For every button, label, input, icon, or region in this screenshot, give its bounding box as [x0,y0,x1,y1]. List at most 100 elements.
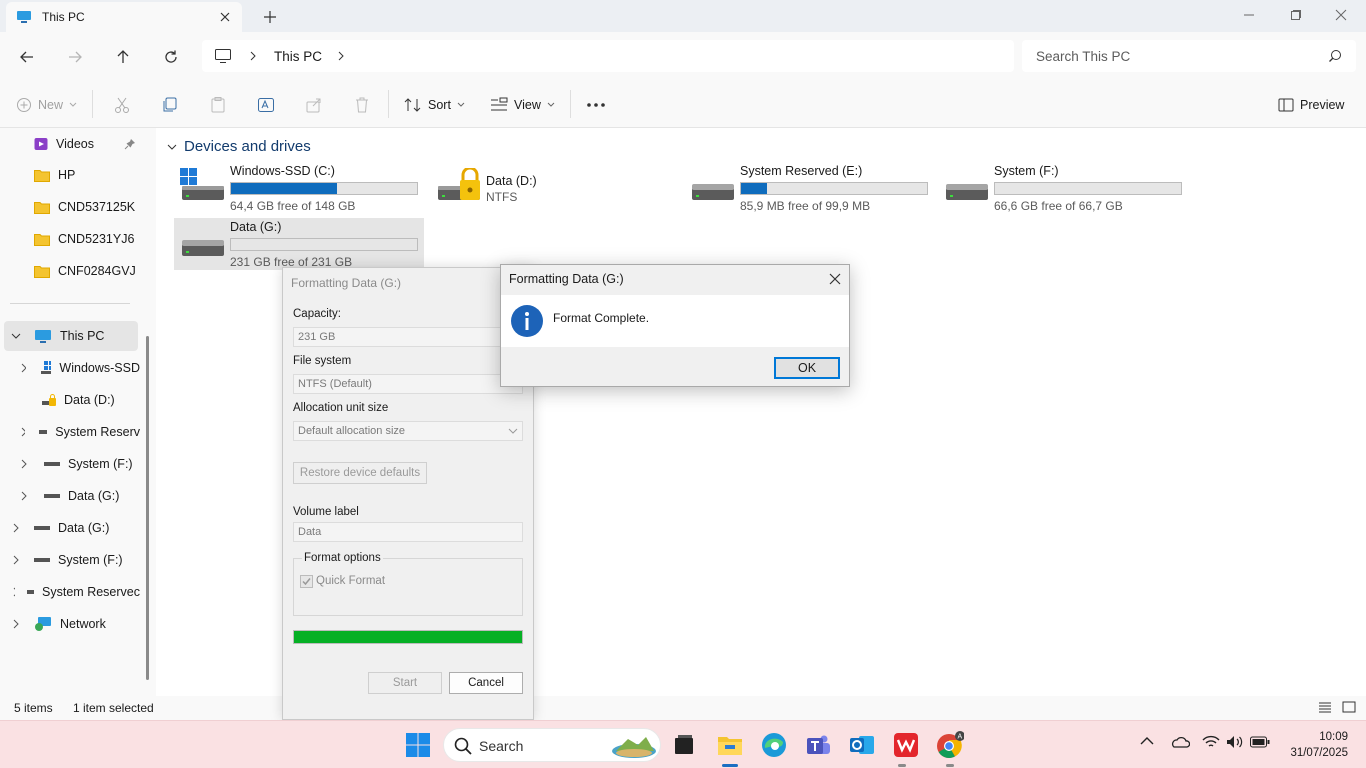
drive-name: Data (G:) [230,220,282,234]
drive-tile-e[interactable]: System Reserved (E:) 85,9 MB free of 99,… [684,162,934,214]
volume-label-input[interactable]: Data [293,522,523,542]
sidebar-item-folder[interactable]: CND537125K [34,193,135,221]
sidebar-item-label: Network [60,617,106,631]
sidebar-item-folder[interactable]: CNF0284GVJ [34,257,136,285]
message-title: Formatting Data (G:) [509,272,624,286]
rename-button[interactable] [257,94,275,116]
sidebar-item-system-f[interactable]: System (F:) [18,450,140,478]
drive-filesystem: NTFS [486,190,518,204]
sidebar-item-videos[interactable]: Videos [34,130,144,158]
sidebar-item-windows-ssd[interactable]: Windows-SSD [18,354,140,382]
start-button[interactable]: Start [368,672,442,694]
sidebar-item-system-reserved[interactable]: System Reserv [18,418,140,446]
chrome-icon[interactable]: A [934,729,966,761]
volume-icon[interactable] [1226,735,1244,749]
minimize-button[interactable] [1226,0,1272,30]
start-icon[interactable] [402,729,434,761]
edge-icon[interactable] [758,729,790,761]
sidebar-item-label: CNF0284GVJ [58,264,136,278]
tab-this-pc[interactable]: This PC [6,2,242,32]
back-button[interactable] [14,44,40,70]
more-options-icon[interactable] [586,94,606,116]
sidebar-item-this-pc[interactable]: This PC [10,322,140,350]
pin-icon[interactable] [124,138,136,150]
sidebar-item-data-g[interactable]: Data (G:) [10,514,140,542]
battery-icon[interactable] [1250,736,1270,748]
drive-tile-f[interactable]: System (F:) 66,6 GB free of 66,7 GB [938,162,1188,214]
refresh-button[interactable] [158,44,184,70]
chevron-right-icon[interactable] [10,522,22,534]
close-icon[interactable] [829,273,841,285]
chevron-up-icon[interactable] [1140,736,1154,746]
maximize-button[interactable] [1272,0,1318,30]
search-icon[interactable] [1328,49,1342,63]
allocation-select[interactable]: Default allocation size [293,421,523,441]
wps-office-icon[interactable] [890,729,922,761]
address-bar[interactable]: This PC [202,40,1014,72]
usage-bar [230,182,418,195]
teams-icon[interactable] [802,729,834,761]
sidebar-item-system-reserved[interactable]: System Reservec [10,578,140,606]
task-view-icon[interactable] [668,729,700,761]
forward-button[interactable] [62,44,88,70]
restore-defaults-button[interactable]: Restore device defaults [293,462,427,484]
cancel-button[interactable]: Cancel [449,672,523,694]
drive-name: System (F:) [994,164,1059,178]
chevron-right-icon[interactable] [18,362,27,374]
copy-button[interactable] [161,94,179,116]
drive-tile-c[interactable]: Windows-SSD (C:) 64,4 GB free of 148 GB [174,162,424,214]
drive-name: System Reserved (E:) [740,164,863,178]
new-button[interactable]: New [16,94,77,116]
close-window-button[interactable] [1318,0,1364,30]
share-button[interactable] [305,94,323,116]
wifi-icon[interactable] [1202,735,1220,749]
search-input[interactable]: Search This PC [1022,40,1356,72]
close-tab-icon[interactable] [216,8,234,26]
details-view-icon[interactable] [1318,701,1332,713]
chevron-right-icon[interactable] [336,50,346,62]
sidebar-item-folder[interactable]: CND5231YJ6 [34,225,134,253]
chevron-right-icon[interactable] [18,426,25,438]
search-placeholder: Search This PC [1036,49,1131,64]
file-explorer-icon[interactable] [714,729,746,761]
group-header[interactable]: Devices and drives [166,138,311,155]
sidebar-item-data-d[interactable]: Data (D:) [42,386,140,414]
onedrive-icon[interactable] [1170,735,1190,749]
format-progress-bar [293,630,523,644]
cut-button[interactable] [113,94,131,116]
up-button[interactable] [110,44,136,70]
sidebar-item-system-f[interactable]: System (F:) [10,546,140,574]
delete-button[interactable] [353,94,371,116]
breadcrumb[interactable]: This PC [274,49,322,64]
taskbar-search[interactable]: Search [443,728,661,762]
drive-tile-g[interactable]: Data (G:) 231 GB free of 231 GB [174,218,424,270]
tiles-view-icon[interactable] [1342,701,1356,713]
file-system-select[interactable]: NTFS (Default) [293,374,523,394]
ok-button[interactable]: OK [774,357,840,379]
message-text: Format Complete. [553,311,650,325]
chevron-down-icon[interactable] [10,330,22,342]
chevron-right-icon[interactable] [18,458,30,470]
chevron-right-icon[interactable] [18,490,30,502]
sidebar-scrollbar[interactable] [146,336,149,680]
capacity-select[interactable]: 231 GB [293,327,523,347]
outlook-icon[interactable] [846,729,878,761]
view-button[interactable]: View [490,94,555,116]
quick-format-checkbox[interactable] [300,575,313,588]
paste-button[interactable] [209,94,227,116]
chevron-down-icon[interactable] [166,141,178,153]
sort-button[interactable]: Sort [404,94,465,116]
chevron-right-icon[interactable] [10,618,22,630]
chevron-right-icon[interactable] [10,554,22,566]
search-icon [454,737,472,755]
new-tab-button[interactable] [258,6,282,28]
drive-icon [178,224,226,260]
sidebar-item-data-g[interactable]: Data (G:) [18,482,140,510]
chevron-right-icon[interactable] [10,586,16,598]
sidebar-item-network[interactable]: Network [10,610,140,638]
drive-tile-d[interactable]: Data (D:) NTFS [430,162,680,214]
sidebar-item-hp[interactable]: HP [34,161,75,189]
system-clock[interactable]: 10:09 31/07/2025 [1290,729,1348,761]
chevron-right-icon[interactable] [248,50,258,62]
preview-button[interactable]: Preview [1278,94,1344,116]
